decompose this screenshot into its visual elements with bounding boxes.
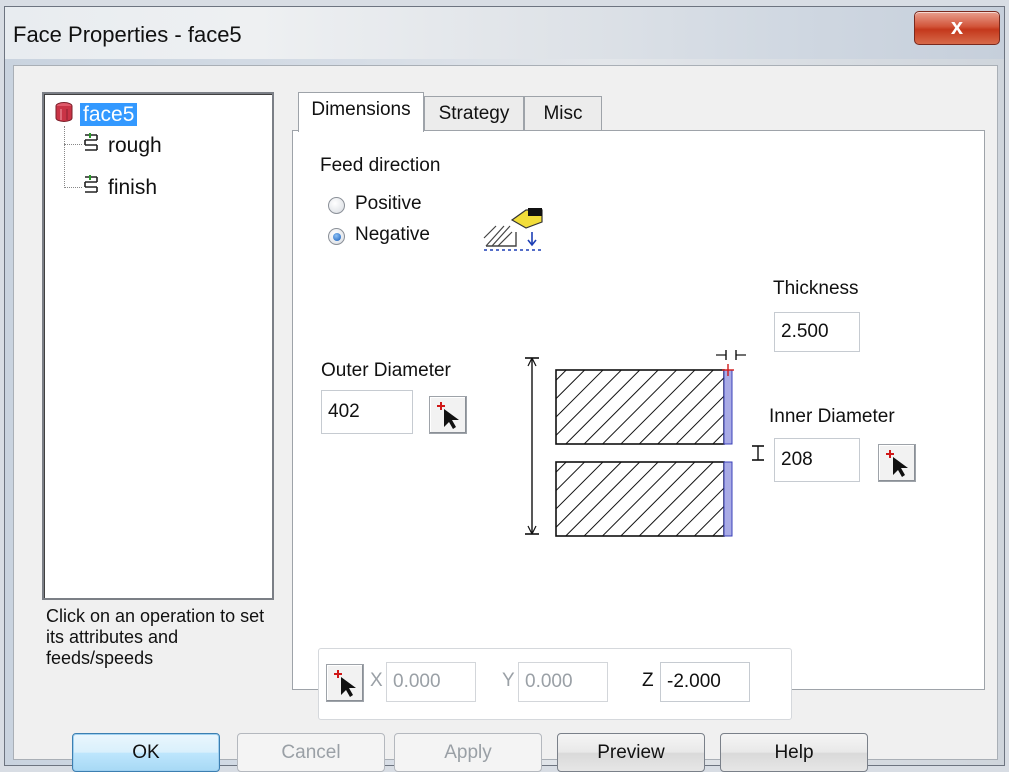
tree-item-label: face5 (80, 103, 138, 127)
tree-connector (64, 144, 82, 145)
pick-point-icon (886, 450, 908, 477)
tree-item-face5[interactable]: face5 (54, 101, 138, 130)
dialog-window: Face Properties - face5 x face5 rough fi… (4, 6, 1005, 772)
inner-diameter-pick-button[interactable] (878, 444, 916, 482)
tree-item-rough[interactable]: rough (82, 132, 162, 158)
pick-point-icon (437, 402, 459, 429)
preview-button[interactable]: Preview (557, 733, 705, 772)
inner-diameter-label: Inner Diameter (769, 406, 895, 427)
close-icon: x (950, 14, 964, 39)
thickness-label: Thickness (773, 278, 859, 299)
feed-positive-label[interactable]: Positive (355, 193, 422, 215)
operation-icon (82, 174, 100, 203)
feed-positive-radio[interactable] (328, 197, 345, 214)
operation-tree[interactable]: face5 rough finish (42, 92, 274, 600)
tree-connector (64, 187, 82, 188)
close-button[interactable]: x (914, 11, 1000, 45)
outer-diameter-label: Outer Diameter (321, 360, 451, 381)
inner-diameter-field[interactable]: 208 (774, 438, 860, 482)
feed-direction-label: Feed direction (320, 155, 441, 176)
window-title: Face Properties - face5 (13, 22, 242, 47)
dialog-client: face5 rough finish Click on an operation… (13, 65, 998, 772)
cancel-button[interactable]: Cancel (237, 733, 385, 772)
help-button[interactable]: Help (720, 733, 868, 772)
feed-negative-label[interactable]: Negative (355, 224, 430, 246)
tree-item-label: finish (108, 176, 158, 200)
coordinate-pick-button[interactable] (326, 664, 364, 702)
face-feed-icon (482, 206, 546, 258)
z-field[interactable]: -2.000 (660, 662, 750, 702)
tree-item-finish[interactable]: finish (82, 174, 157, 200)
apply-button[interactable]: Apply (394, 733, 542, 772)
outer-diameter-pick-button[interactable] (429, 396, 467, 434)
y-field[interactable]: 0.000 (518, 662, 608, 702)
pick-point-icon (334, 670, 356, 697)
title-bar: Face Properties - face5 x (5, 7, 1004, 59)
tree-item-label: rough (108, 134, 162, 158)
feed-negative-radio[interactable] (328, 228, 345, 245)
y-label: Y (502, 670, 515, 691)
face-dimensions-diagram (516, 346, 786, 552)
tree-hint-text: Click on an operation to set its attribu… (46, 606, 265, 668)
outer-diameter-field[interactable]: 402 (321, 390, 413, 434)
x-field[interactable]: 0.000 (386, 662, 476, 702)
thickness-field[interactable]: 2.500 (774, 312, 860, 352)
tab-dimensions[interactable]: Dimensions (298, 92, 424, 132)
tree-connector (64, 126, 65, 188)
x-label: X (370, 670, 383, 691)
cylinder-icon (54, 101, 74, 130)
ok-button[interactable]: OK (72, 733, 220, 772)
tab-strategy[interactable]: Strategy (424, 96, 524, 132)
z-label: Z (642, 670, 654, 691)
operation-icon (82, 132, 100, 161)
tab-misc[interactable]: Misc (524, 96, 602, 132)
